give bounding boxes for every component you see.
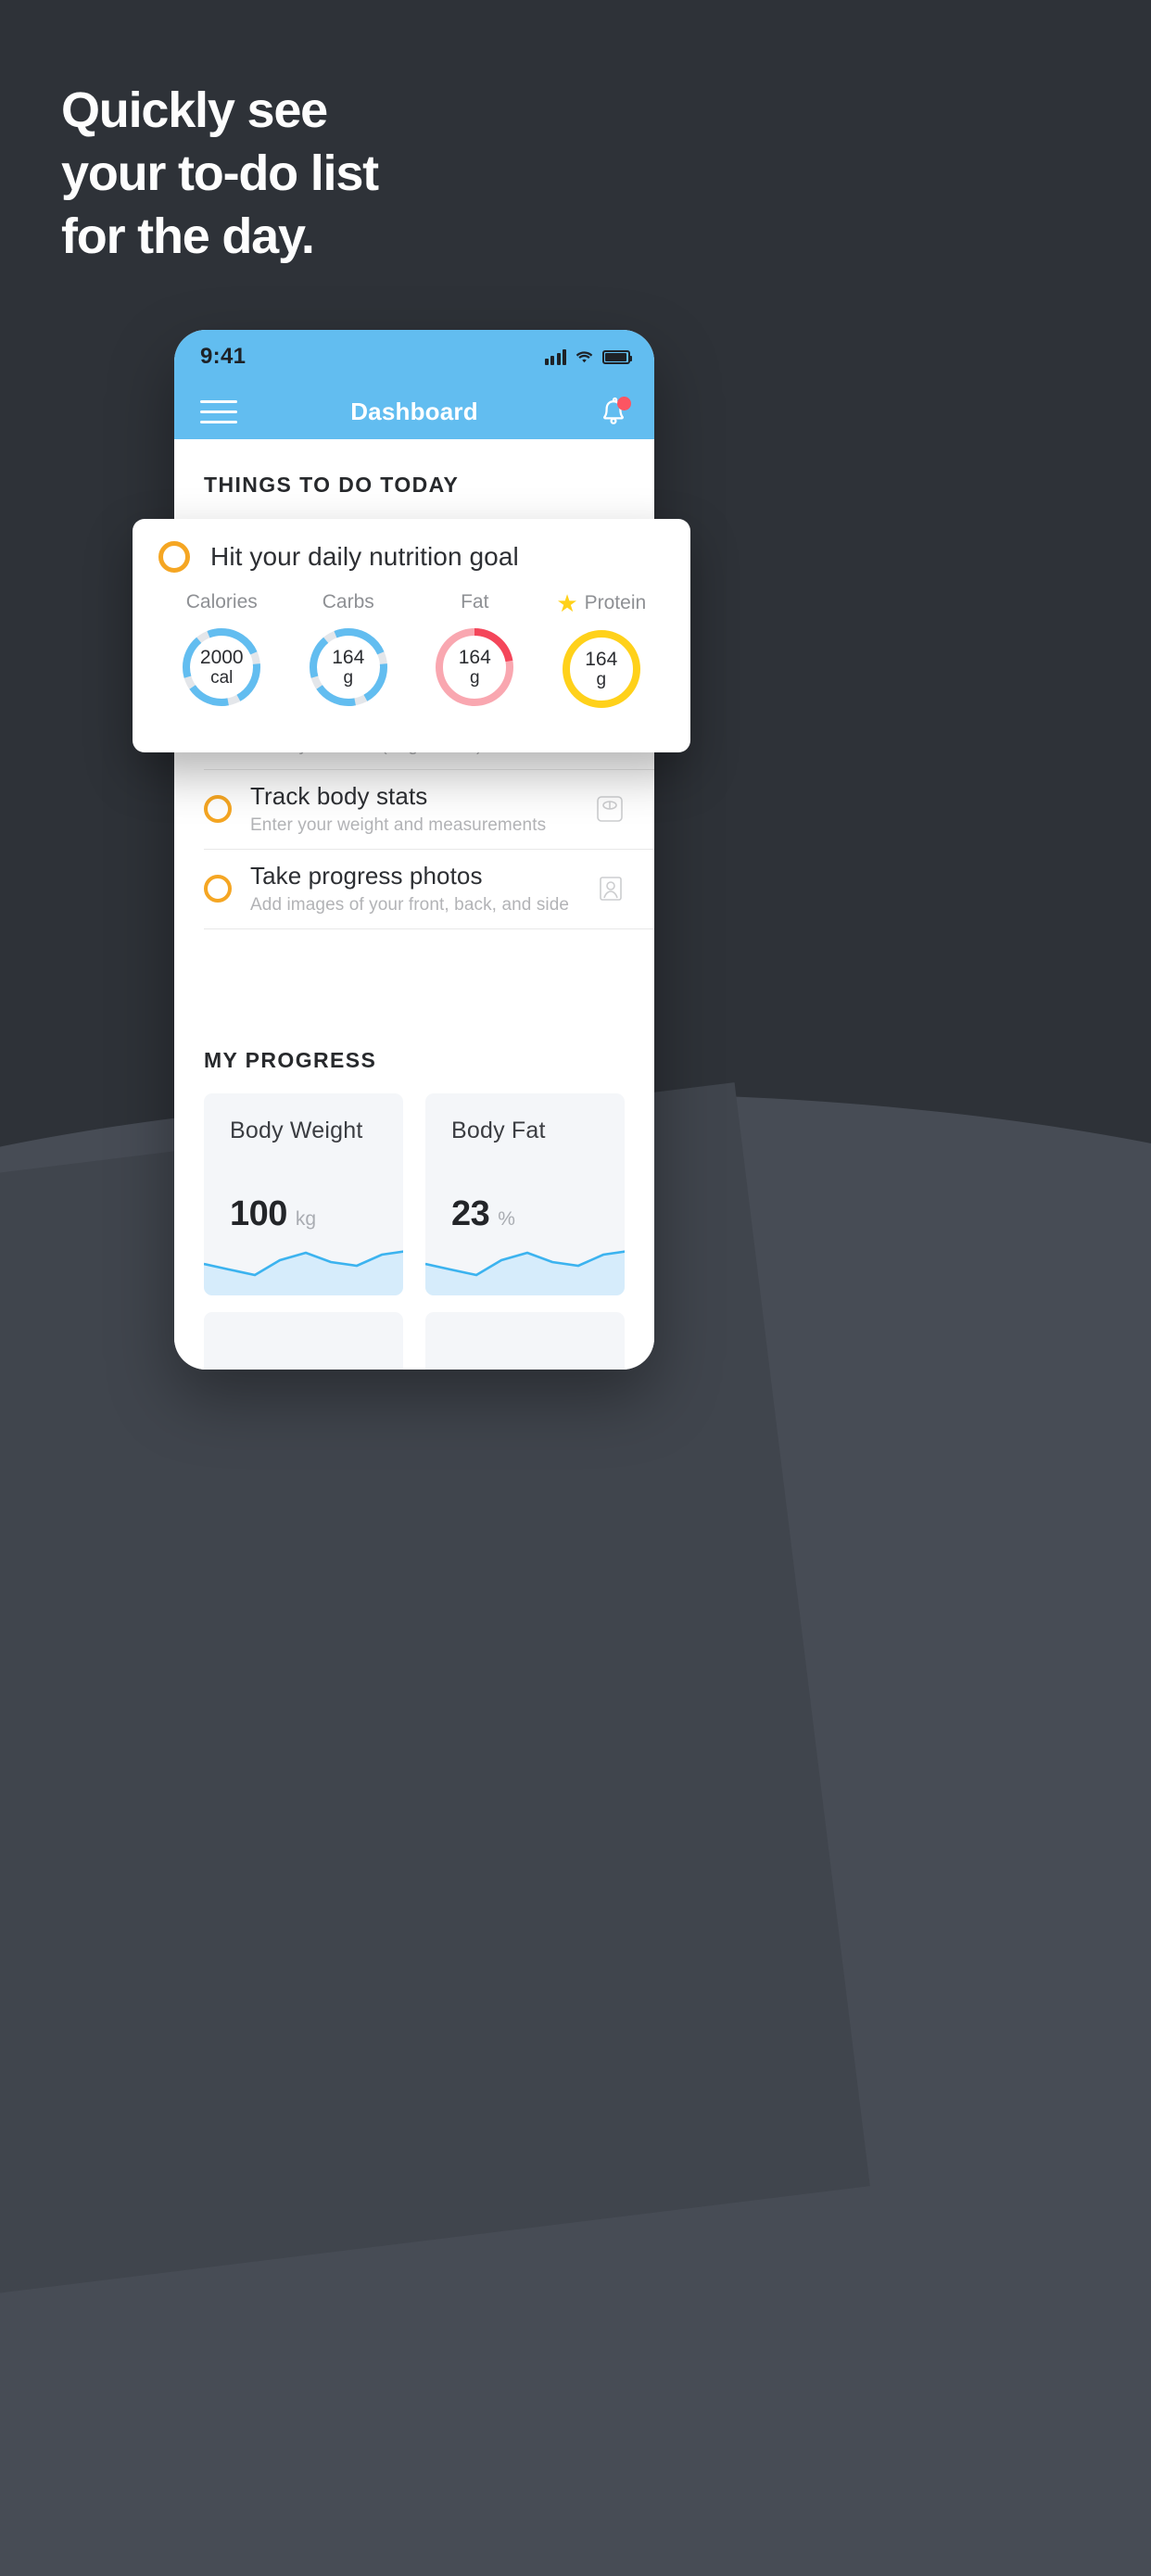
macro-value: 164	[458, 646, 491, 668]
notification-bell-button[interactable]	[595, 393, 632, 430]
macro-calories[interactable]: Calories 2000 cal	[158, 591, 285, 713]
macro-value-group: 2000 cal	[177, 623, 266, 712]
macro-value: 2000	[199, 646, 244, 668]
macro-unit: g	[596, 670, 607, 690]
progress-card-placeholder[interactable]	[425, 1311, 625, 1370]
progress-card-body-fat[interactable]: Body Fat 23 %	[425, 1092, 625, 1295]
macro-label-group: Carbs	[323, 591, 374, 613]
macro-label: Calories	[185, 591, 258, 612]
macro-progress-ring: 164 g	[304, 623, 393, 712]
macro-carbs[interactable]: Carbs 164 g	[285, 591, 412, 713]
person-photo-icon	[589, 868, 630, 909]
macro-label: Protein	[584, 592, 647, 613]
macro-unit: g	[343, 668, 354, 688]
my-progress-section-title: MY PROGRESS	[204, 1047, 377, 1072]
list-item[interactable]: Track body stats Enter your weight and m…	[204, 770, 654, 850]
status-bar: 9:41	[174, 330, 654, 384]
page-title: Dashboard	[350, 397, 478, 425]
macro-value-group: 164 g	[304, 623, 393, 712]
progress-card-title: Body Weight	[230, 1117, 363, 1143]
macro-unit: g	[469, 668, 480, 688]
star-icon: ★	[556, 589, 578, 617]
macro-label: Fat	[461, 591, 489, 612]
macro-fat[interactable]: Fat 164 g	[411, 591, 538, 713]
app-nav-bar: Dashboard	[174, 384, 654, 439]
list-item-title: Take progress photos	[250, 861, 483, 890]
progress-card-value: 100	[230, 1193, 287, 1233]
circle-checkbox-icon[interactable]	[158, 541, 190, 573]
hamburger-menu-icon[interactable]	[200, 399, 237, 423]
macro-ring-group: Calories 2000 cal Carbs 164 g Fat 164 g …	[158, 591, 664, 713]
progress-cards: Body Weight 100 kg Body Fat 23 %	[174, 1073, 654, 1295]
headline-line-3: for the day.	[61, 208, 315, 264]
things-to-do-section-title: THINGS TO DO TODAY	[204, 473, 460, 497]
battery-icon	[602, 349, 632, 364]
macro-label-group: ★ Protein	[556, 591, 646, 615]
cellular-signal-icon	[544, 348, 566, 365]
list-item-subtitle: Add images of your front, back, and side	[250, 894, 570, 915]
macro-progress-ring: 164 g	[430, 623, 519, 712]
list-item-title: Track body stats	[250, 781, 428, 810]
nutrition-card-title: Hit your daily nutrition goal	[210, 542, 519, 571]
progress-card-placeholder[interactable]	[204, 1311, 403, 1370]
wifi-icon	[575, 349, 594, 364]
headline-line-2: your to-do list	[61, 145, 379, 201]
headline-line-1: Quickly see	[61, 82, 328, 138]
progress-cards-next-row	[174, 1295, 654, 1370]
notification-badge-dot	[617, 397, 631, 410]
phone-mockup: 9:41 Dashboard THINGS TO DO TODAY Track …	[174, 330, 654, 1370]
macro-progress-ring: 2000 cal	[177, 623, 266, 712]
body-weight-sparkline-chart	[204, 1250, 403, 1295]
progress-card-unit: %	[498, 1207, 515, 1230]
macro-label-group: Calories	[186, 591, 258, 613]
list-item[interactable]: Take progress photos Add images of your …	[204, 850, 654, 929]
macro-value-group: 164 g	[430, 623, 519, 712]
progress-card-value-group: 100 kg	[230, 1194, 316, 1234]
status-bar-icons	[544, 348, 632, 365]
nutrition-goal-card[interactable]: Hit your daily nutrition goal Calories 2…	[133, 519, 690, 752]
body-fat-sparkline-chart	[425, 1250, 625, 1295]
macro-unit: cal	[210, 668, 234, 688]
circle-checkbox-icon[interactable]	[204, 875, 232, 903]
progress-card-value: 23	[451, 1193, 490, 1233]
list-item-texts: Take progress photos Add images of your …	[250, 861, 589, 915]
macro-label-group: Fat	[461, 591, 488, 613]
macro-progress-ring: 164 g	[557, 625, 646, 713]
list-item-subtitle: Enter your weight and measurements	[250, 814, 547, 835]
circle-checkbox-icon[interactable]	[204, 795, 232, 824]
macro-value: 164	[585, 648, 618, 670]
progress-card-value-group: 23 %	[451, 1194, 515, 1234]
list-item-texts: Track body stats Enter your weight and m…	[250, 781, 589, 836]
macro-protein[interactable]: ★ Protein 164 g	[538, 591, 665, 713]
nutrition-card-header: Hit your daily nutrition goal	[158, 541, 664, 573]
macro-value: 164	[332, 646, 365, 668]
scale-icon	[589, 789, 630, 829]
promo-headline: Quickly see your to-do list for the day.	[61, 82, 379, 274]
status-bar-time: 9:41	[200, 344, 247, 369]
progress-card-title: Body Fat	[451, 1117, 546, 1143]
progress-card-unit: kg	[295, 1207, 317, 1230]
macro-label: Carbs	[322, 591, 374, 612]
macro-value-group: 164 g	[557, 625, 646, 713]
progress-card-body-weight[interactable]: Body Weight 100 kg	[204, 1092, 403, 1295]
